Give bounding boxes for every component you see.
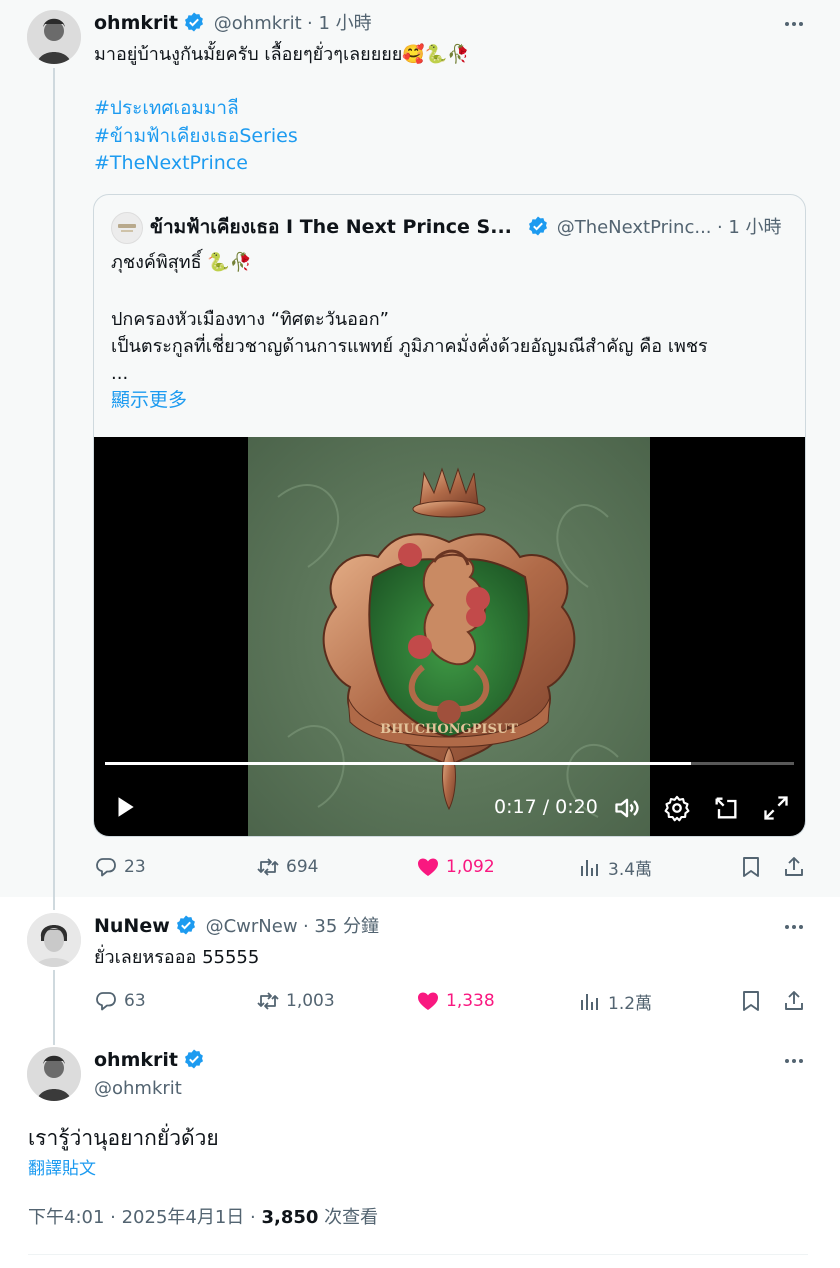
like-button[interactable]: 1,092 — [416, 855, 495, 879]
views-label: 次查看 — [324, 1207, 379, 1228]
display-name[interactable]: NuNew — [94, 915, 170, 937]
timestamp[interactable]: · 1 小時 — [307, 13, 372, 34]
hashtag-link[interactable]: #ประเทศเอมมาลี — [94, 95, 298, 123]
translate-link[interactable]: 翻譯貼文 — [28, 1157, 96, 1181]
show-more-link[interactable]: 顯示更多 — [111, 387, 187, 413]
user-handle[interactable]: @ohmkrit — [94, 1076, 182, 1102]
views-button[interactable]: 3.4萬 — [578, 855, 652, 880]
quote-text-line: ภุชงค์พิสุทธิ์ 🐍🥀 — [111, 252, 253, 273]
display-name[interactable]: ohmkrit — [94, 1049, 178, 1071]
video-progress-track[interactable] — [105, 762, 794, 765]
quoted-tweet-card[interactable]: ข้ามฟ้าเคียงเธอ I The Next Prince S... @… — [93, 194, 806, 837]
retweet-icon — [257, 992, 279, 1010]
share-icon[interactable] — [782, 989, 806, 1013]
quote-handle: @TheNextPrinc... — [556, 217, 712, 238]
avatar[interactable] — [27, 1047, 81, 1101]
quote-text-line: เป็นตระกูลที่เชี่ยวชาญด้านการแพทย์ ภูมิภ… — [111, 336, 708, 357]
crest-banner-text: BHUCHONGPISUT — [380, 722, 518, 737]
verified-icon — [529, 216, 548, 236]
verified-icon — [185, 1049, 204, 1069]
reply-button[interactable]: 63 — [94, 989, 146, 1013]
retweet-button[interactable]: 1,003 — [256, 989, 335, 1013]
tweet-header: ohmkrit — [94, 1047, 205, 1074]
timestamp[interactable]: · 35 分鐘 — [303, 916, 379, 937]
video-poster: BHUCHONGPISUT — [248, 437, 650, 836]
avatar[interactable] — [27, 913, 81, 967]
fullscreen-icon[interactable] — [762, 794, 790, 822]
share-icon[interactable] — [782, 855, 806, 879]
hashtag-list: #ประเทศเอมมาลี #ข้ามฟ้าเคียงเธอSeries #T… — [94, 95, 298, 178]
tweet-text: เรารู้ว่านุอยากยั่วด้วย — [28, 1126, 219, 1150]
tweet-meta: 下午4:01 · 2025年4月1日 · 3,850 次查看 — [28, 1204, 378, 1232]
more-icon[interactable] — [782, 12, 806, 36]
reply-icon — [96, 992, 116, 1011]
like-count: 1,338 — [446, 991, 495, 1011]
quote-avatar[interactable] — [111, 212, 143, 244]
user-handle[interactable]: @CwrNew — [206, 916, 298, 937]
heart-icon — [418, 858, 438, 876]
verified-icon — [185, 12, 204, 32]
play-icon[interactable] — [112, 794, 138, 820]
quote-timestamp: · 1 小時 — [716, 217, 782, 238]
hashtag-link[interactable]: #TheNextPrince — [94, 150, 298, 178]
tweet-text: มาอยู่บ้านงูกันมั้ยครับ เลื้อยๆยั่วๆเลยย… — [94, 44, 470, 65]
display-name[interactable]: ohmkrit — [94, 12, 178, 34]
thread-connector-line — [53, 68, 55, 910]
bookmark-icon[interactable] — [739, 855, 763, 879]
reply-count: 63 — [124, 991, 146, 1011]
tweet-header: ohmkrit @ohmkrit · 1 小時 — [94, 10, 372, 37]
views-count: 3.4萬 — [608, 860, 653, 880]
verified-icon — [177, 915, 196, 935]
tweet-header: NuNew @CwrNew · 35 分鐘 — [94, 913, 379, 940]
volume-icon[interactable] — [613, 794, 641, 822]
reply-button[interactable]: 23 — [94, 855, 146, 879]
views-button[interactable]: 1.2萬 — [578, 989, 652, 1014]
video-player[interactable]: BHUCHONGPISUT 0:17 / 0:20 — [94, 437, 805, 836]
avatar[interactable] — [27, 10, 81, 64]
more-icon[interactable] — [782, 1049, 806, 1073]
video-time: 0:17 / 0:20 — [494, 796, 598, 818]
heart-icon — [418, 992, 438, 1010]
retweet-icon — [257, 858, 279, 876]
video-progress-fill — [105, 762, 691, 765]
hashtag-link[interactable]: #ข้ามฟ้าเคียงเธอSeries — [94, 123, 298, 151]
retweet-count: 1,003 — [286, 991, 335, 1011]
bookmark-icon[interactable] — [739, 989, 763, 1013]
user-handle[interactable]: @ohmkrit — [214, 13, 302, 34]
more-icon[interactable] — [782, 915, 806, 939]
divider — [28, 1254, 808, 1255]
post-timestamp[interactable]: 下午4:01 · 2025年4月1日 · — [28, 1207, 256, 1228]
views-icon — [581, 859, 598, 876]
like-count: 1,092 — [446, 857, 495, 877]
thread-connector-line — [53, 970, 55, 1045]
crest-illustration: BHUCHONGPISUT — [277, 467, 619, 818]
views-icon — [581, 993, 598, 1010]
quote-header: ข้ามฟ้าเคียงเธอ I The Next Prince S... @… — [150, 213, 782, 242]
retweet-count: 694 — [286, 857, 319, 877]
views-count: 1.2萬 — [608, 994, 653, 1014]
retweet-button[interactable]: 694 — [256, 855, 318, 879]
pip-icon[interactable] — [712, 794, 740, 822]
like-button[interactable]: 1,338 — [416, 989, 495, 1013]
quote-text-line: ปกครองหัวเมืองทาง “ทิศตะวันออก” — [111, 309, 389, 330]
settings-icon[interactable] — [663, 794, 691, 822]
tweet-text: ยั่วเลยหรอออ 55555 — [94, 947, 260, 968]
reply-icon — [96, 858, 116, 877]
quote-display-name[interactable]: ข้ามฟ้าเคียงเธอ I The Next Prince S... — [150, 216, 512, 238]
reply-count: 23 — [124, 857, 146, 877]
quote-ellipsis: ... — [111, 363, 129, 384]
views-count: 3,850 — [261, 1207, 319, 1228]
